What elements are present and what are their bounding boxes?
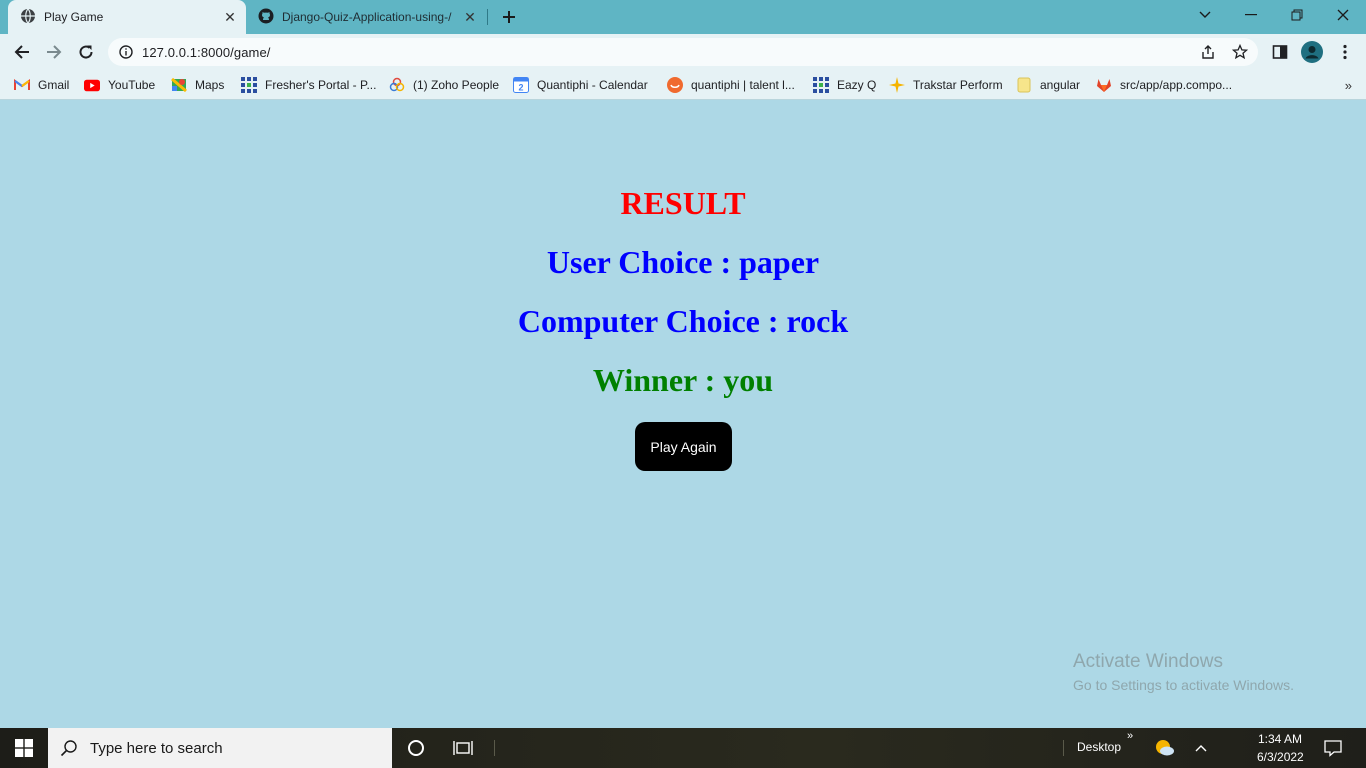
clock-date[interactable]: 6/3/2022 bbox=[1257, 750, 1304, 764]
forward-arrow-icon[interactable] bbox=[40, 38, 68, 66]
tab-github[interactable]: Django-Quiz-Application-using-/ ✕ bbox=[250, 0, 486, 34]
tray-chevron-up-icon[interactable] bbox=[1178, 728, 1224, 768]
globe-icon bbox=[20, 8, 36, 27]
task-view-icon[interactable] bbox=[440, 728, 486, 768]
bookmark-maps[interactable]: Maps bbox=[171, 76, 224, 94]
site-info-icon[interactable] bbox=[118, 44, 134, 60]
bookmark-zoho-people[interactable]: (1) Zoho People bbox=[389, 76, 499, 94]
bookmark-label: angular bbox=[1040, 78, 1081, 92]
result-heading: RESULT bbox=[620, 185, 746, 221]
bookmark-label: Trakstar Perform bbox=[913, 78, 1003, 92]
restore-icon[interactable] bbox=[1274, 0, 1320, 30]
grid-icon bbox=[813, 77, 829, 93]
bookmark-label: Eazy Q bbox=[837, 78, 877, 92]
search-placeholder: Type here to search bbox=[90, 739, 223, 757]
notification-icon[interactable] bbox=[1310, 728, 1356, 768]
cortana-circle-icon[interactable] bbox=[393, 728, 439, 768]
clock-time[interactable]: 1:34 AM bbox=[1258, 732, 1302, 746]
taskbar-search-box[interactable]: Type here to search bbox=[48, 728, 392, 768]
browser-toolbar: 127.0.0.1:8000/game/ bbox=[0, 34, 1366, 70]
watermark-title: Activate Windows bbox=[1073, 651, 1223, 672]
folder-icon bbox=[1016, 77, 1032, 93]
star-icon bbox=[889, 77, 905, 93]
bookmark-gitlab-src[interactable]: src/app/app.compo... bbox=[1096, 76, 1232, 94]
bookmark-label: Fresher's Portal - P... bbox=[265, 78, 377, 92]
bookmark-label: src/app/app.compo... bbox=[1120, 78, 1233, 92]
share-icon[interactable] bbox=[1196, 40, 1220, 64]
winner-text: Winner : you bbox=[592, 362, 774, 398]
bookmark-youtube[interactable]: YouTube bbox=[84, 76, 155, 94]
bookmark-gmail[interactable]: Gmail bbox=[14, 76, 69, 94]
side-panel-icon[interactable] bbox=[1268, 40, 1292, 64]
calendar-icon: 2 bbox=[513, 77, 529, 93]
bookmark-star-icon[interactable] bbox=[1228, 40, 1252, 64]
maps-icon bbox=[171, 77, 187, 93]
desktop-chevron-icon[interactable]: » bbox=[1127, 730, 1133, 742]
minimize-icon[interactable] bbox=[1228, 0, 1274, 30]
bookmark-angular-folder[interactable]: angular bbox=[1016, 76, 1080, 94]
talent-icon bbox=[667, 77, 683, 93]
github-icon bbox=[258, 8, 274, 27]
bookmark-label: Quantiphi - Calendar bbox=[537, 78, 648, 92]
bookmark-eazy-q[interactable]: Eazy Q bbox=[813, 76, 876, 94]
bookmark-label: (1) Zoho People bbox=[413, 78, 500, 92]
profile-avatar-icon[interactable] bbox=[1300, 40, 1324, 64]
watermark-subtitle: Go to Settings to activate Windows. bbox=[1073, 677, 1294, 693]
tab-divider bbox=[487, 9, 488, 25]
tab-strip: Play Game ✕ Django-Quiz-Application-usin… bbox=[0, 0, 1366, 34]
close-tab-icon[interactable]: ✕ bbox=[222, 9, 238, 25]
bookmarks-bar: Gmail YouTube Maps Fresher's Portal - P.… bbox=[0, 70, 1366, 100]
close-window-icon[interactable] bbox=[1320, 0, 1366, 30]
tab-search-chevron-icon[interactable] bbox=[1182, 0, 1228, 30]
windows-taskbar: Type here to search Desktop » 1:34 AM 6/… bbox=[0, 728, 1366, 768]
bookmark-quantiphi-talent[interactable]: quantiphi | talent l... bbox=[667, 76, 795, 94]
windows-start-icon[interactable] bbox=[0, 728, 48, 768]
back-arrow-icon[interactable] bbox=[8, 38, 36, 66]
taskbar-divider bbox=[1063, 740, 1064, 756]
tab-play-game[interactable]: Play Game ✕ bbox=[8, 0, 246, 34]
play-again-button[interactable]: Play Again bbox=[635, 422, 732, 471]
gmail-icon bbox=[14, 77, 30, 93]
bookmark-quantiphi-calendar[interactable]: 2 Quantiphi - Calendar bbox=[513, 76, 648, 94]
bookmark-label: quantiphi | talent l... bbox=[691, 78, 795, 92]
tab-title: Django-Quiz-Application-using-/ bbox=[282, 10, 452, 24]
activate-windows-watermark: Activate Windows Go to Settings to activ… bbox=[1073, 651, 1294, 693]
bookmark-freshers-portal[interactable]: Fresher's Portal - P... bbox=[241, 76, 376, 94]
bookmark-label: Gmail bbox=[38, 78, 70, 92]
grid-icon bbox=[241, 77, 257, 93]
new-tab-plus-icon[interactable] bbox=[499, 7, 519, 27]
bookmarks-overflow-chevron-icon[interactable]: » bbox=[1345, 78, 1352, 93]
taskbar-divider bbox=[494, 740, 495, 756]
bookmark-label: YouTube bbox=[108, 78, 156, 92]
url-text: 127.0.0.1:8000/game/ bbox=[142, 44, 271, 60]
reload-icon[interactable] bbox=[72, 38, 100, 66]
bookmark-label: Maps bbox=[195, 78, 225, 92]
search-icon bbox=[60, 739, 78, 757]
zoho-icon bbox=[389, 77, 405, 93]
page-content: RESULT User Choice : paper Computer Choi… bbox=[0, 101, 1366, 728]
kebab-menu-icon[interactable] bbox=[1333, 40, 1357, 64]
user-choice-text: User Choice : paper bbox=[546, 244, 820, 280]
bookmark-trakstar[interactable]: Trakstar Perform bbox=[889, 76, 1003, 94]
address-bar[interactable]: 127.0.0.1:8000/game/ bbox=[108, 38, 1258, 66]
gitlab-icon bbox=[1096, 77, 1112, 93]
computer-choice-text: Computer Choice : rock bbox=[517, 303, 849, 339]
svg-text:2: 2 bbox=[518, 83, 523, 93]
youtube-icon bbox=[84, 77, 100, 93]
close-tab-icon[interactable]: ✕ bbox=[462, 9, 478, 25]
tab-title: Play Game bbox=[44, 10, 104, 24]
desktop-toolbar-label[interactable]: Desktop bbox=[1077, 740, 1121, 754]
